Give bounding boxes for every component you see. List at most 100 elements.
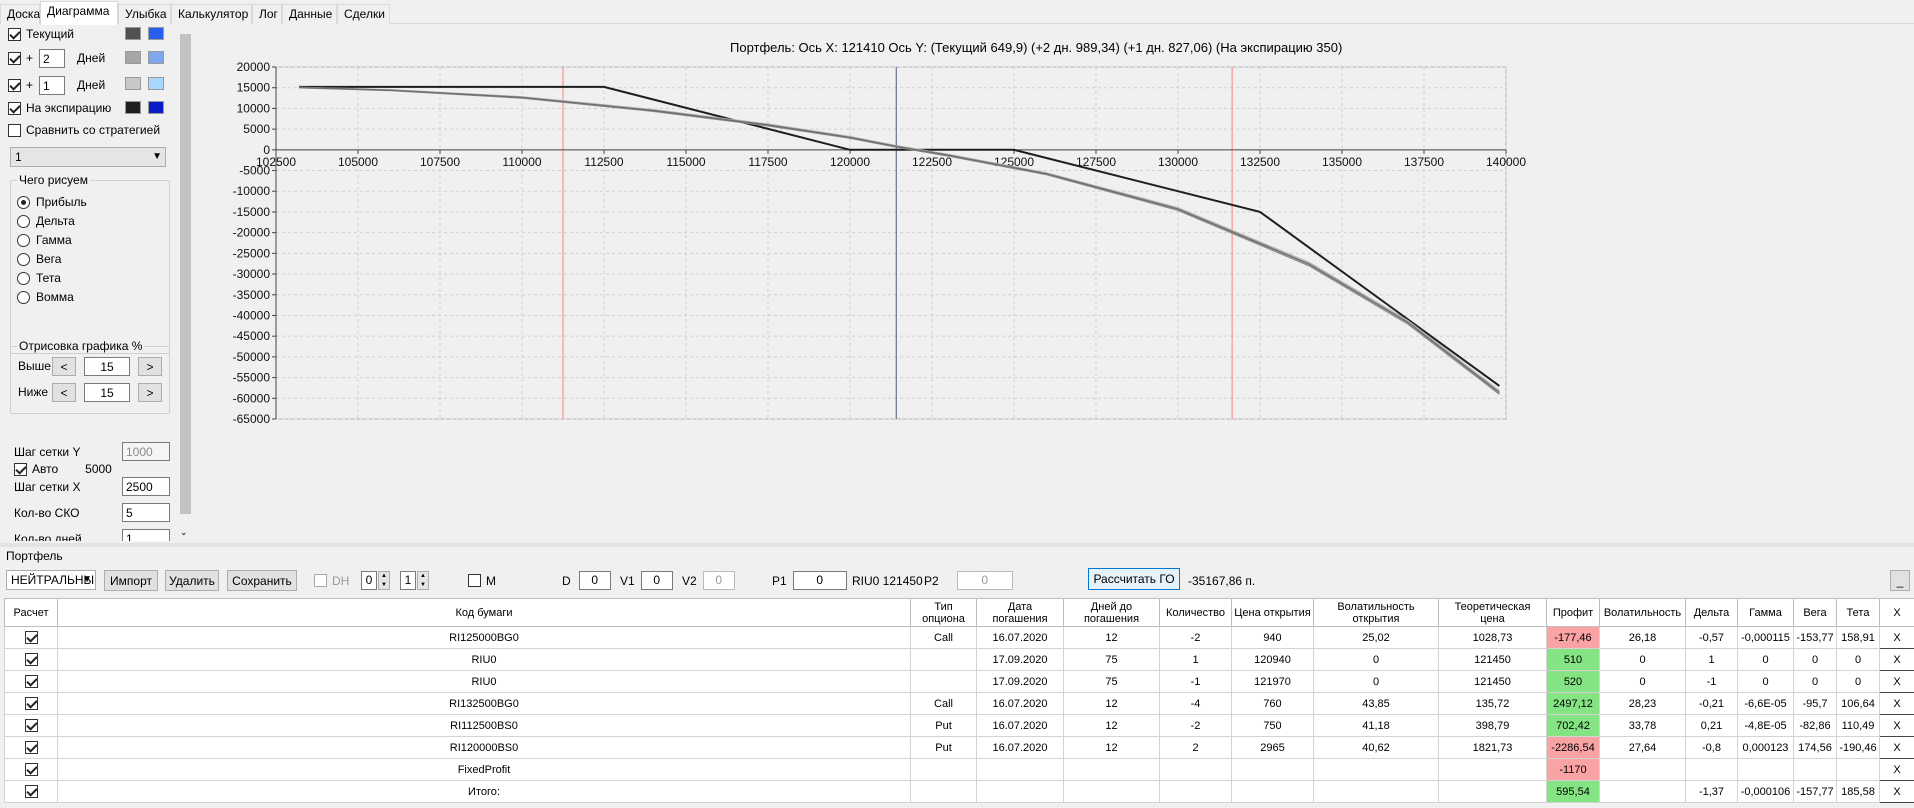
column-header-10[interactable]: Профит: [1546, 598, 1600, 627]
dh-spin-2-input[interactable]: 1: [400, 571, 416, 590]
calc-cell[interactable]: [4, 670, 58, 693]
save-button[interactable]: Сохранить: [227, 570, 297, 591]
column-header-13[interactable]: Гамма: [1737, 598, 1794, 627]
column-header-16[interactable]: X: [1879, 598, 1914, 627]
column-header-14[interactable]: Вега: [1793, 598, 1837, 627]
cell-x[interactable]: X: [1879, 758, 1914, 781]
cell-theor: [1438, 780, 1547, 803]
cell-date: 16.07.2020: [976, 736, 1064, 759]
cell-gamma: 0: [1737, 670, 1794, 693]
cell-theta: 0: [1836, 670, 1880, 693]
calc-cell[interactable]: [4, 758, 58, 781]
column-header-6[interactable]: Количество: [1159, 598, 1232, 627]
column-header-11[interactable]: Волатильность: [1599, 598, 1686, 627]
import-button[interactable]: Импорт: [104, 570, 158, 591]
p1-input[interactable]: 0: [792, 571, 847, 590]
cell-gamma: 0,000123: [1737, 736, 1794, 759]
portfolio-label: Портфель: [6, 549, 63, 563]
calc-cell[interactable]: [4, 626, 58, 649]
panel-splitter[interactable]: [0, 543, 1914, 547]
cell-type: Put: [910, 736, 977, 759]
x-tick-label: 107500: [420, 155, 460, 169]
strategy-mode-select[interactable]: НЕЙТРАЛЬНЫ ▼: [6, 570, 96, 590]
m-checkbox[interactable]: [468, 574, 481, 587]
cell-days: 12: [1063, 736, 1160, 759]
calc-checkbox[interactable]: [24, 675, 38, 688]
p2-input[interactable]: 0: [956, 571, 1013, 590]
calc-cell[interactable]: [4, 648, 58, 671]
table-row[interactable]: RI125000BG0 Call 16.07.2020 12 -2 940 25,02 102…: [4, 626, 1914, 649]
cell-x[interactable]: X: [1879, 648, 1914, 671]
calc-checkbox[interactable]: [24, 719, 38, 732]
column-header-8[interactable]: Волатильность открытия: [1313, 598, 1439, 627]
cell-x[interactable]: X: [1879, 692, 1914, 715]
calc-cell[interactable]: [4, 780, 58, 803]
cell-theta: 106,64: [1836, 692, 1880, 715]
cell-x[interactable]: X: [1879, 736, 1914, 759]
table-row[interactable]: FixedProfit -1170 X: [4, 758, 1914, 781]
column-header-15[interactable]: Тета: [1836, 598, 1880, 627]
cell-vol: 27,64: [1599, 736, 1686, 759]
cell-gamma: -0,000106: [1737, 780, 1794, 803]
delete-button[interactable]: Удалить: [165, 570, 219, 591]
calc-checkbox[interactable]: [24, 763, 38, 776]
dh-spin-2: 1 ▲ ▼: [400, 570, 429, 591]
cell-vol: [1599, 780, 1686, 803]
table-row[interactable]: RIU0 17.09.2020 75 1 120940 0 121450 510 0 1 0 0 0 X: [4, 648, 1914, 671]
calc-checkbox[interactable]: [24, 697, 38, 710]
cell-x[interactable]: X: [1879, 670, 1914, 693]
cell-x[interactable]: X: [1879, 780, 1914, 803]
cell-vega: -153,77: [1793, 626, 1837, 649]
cell-code: RI125000BG0: [57, 626, 911, 649]
cell-date: 16.07.2020: [976, 626, 1064, 649]
v2-input[interactable]: 0: [702, 571, 735, 590]
column-header-7[interactable]: Цена открытия: [1231, 598, 1314, 627]
table-row[interactable]: Итого: 595,54 -1,37 -0,000106 -157,77 185,58 X: [4, 780, 1914, 803]
cell-type: Put: [910, 714, 977, 737]
p2-group: P2 0: [924, 570, 1013, 591]
calculate-go-button[interactable]: Рассчитать ГО: [1088, 568, 1180, 590]
dh-spin-1-input[interactable]: 0: [361, 571, 377, 590]
column-header-4[interactable]: Дата погашения: [976, 598, 1064, 627]
riu-price-text: RIU0 121450: [852, 573, 923, 588]
cell-open: 940: [1231, 626, 1314, 649]
tab-2[interactable]: Диаграмма: [40, 1, 118, 25]
column-header-2[interactable]: Код бумаги: [57, 598, 911, 627]
cell-x[interactable]: X: [1879, 626, 1914, 649]
cell-date: 16.07.2020: [976, 692, 1064, 715]
cell-x[interactable]: X: [1879, 714, 1914, 737]
calc-cell[interactable]: [4, 714, 58, 737]
column-header-9[interactable]: Теоретическая цена: [1438, 598, 1547, 627]
d-input[interactable]: 0: [578, 571, 611, 590]
column-header-12[interactable]: Дельта: [1685, 598, 1738, 627]
calc-checkbox[interactable]: [24, 785, 38, 798]
cell-vol_open: 0: [1313, 670, 1439, 693]
calc-checkbox[interactable]: [24, 653, 38, 666]
cell-qty: -4: [1159, 692, 1232, 715]
calc-checkbox[interactable]: [24, 631, 38, 644]
cell-theor: [1438, 758, 1547, 781]
cell-theta: [1836, 758, 1880, 781]
dh-spin-2-arrows[interactable]: ▲ ▼: [417, 571, 429, 590]
table-row[interactable]: RI120000BS0 Put 16.07.2020 12 2 2965 40,62 1821…: [4, 736, 1914, 759]
dh-spin-1-arrows[interactable]: ▲ ▼: [378, 571, 390, 590]
cell-open: [1231, 780, 1314, 803]
v1-input[interactable]: 0: [640, 571, 673, 590]
column-header-5[interactable]: Дней до погашения: [1063, 598, 1160, 627]
cell-vol_open: 43,85: [1313, 692, 1439, 715]
calc-cell[interactable]: [4, 736, 58, 759]
minimize-button[interactable]: _: [1890, 570, 1910, 591]
cell-vol: 28,23: [1599, 692, 1686, 715]
calc-checkbox[interactable]: [24, 741, 38, 754]
cell-gamma: -4,8E-05: [1737, 714, 1794, 737]
table-row[interactable]: RI132500BG0 Call 16.07.2020 12 -4 760 43,85 135…: [4, 692, 1914, 715]
cell-vol_open: [1313, 780, 1439, 803]
cell-vega: -82,86: [1793, 714, 1837, 737]
calc-cell[interactable]: [4, 692, 58, 715]
table-row[interactable]: RI112500BS0 Put 16.07.2020 12 -2 750 41,18 398,…: [4, 714, 1914, 737]
dh-checkbox[interactable]: [314, 574, 327, 587]
table-row[interactable]: RIU0 17.09.2020 75 -1 121970 0 121450 520 0 -1 0 0 0…: [4, 670, 1914, 693]
chevron-down-icon: ▼: [82, 574, 92, 585]
column-header-1[interactable]: Расчет: [4, 598, 58, 627]
column-header-3[interactable]: Тип опциона: [910, 598, 977, 627]
